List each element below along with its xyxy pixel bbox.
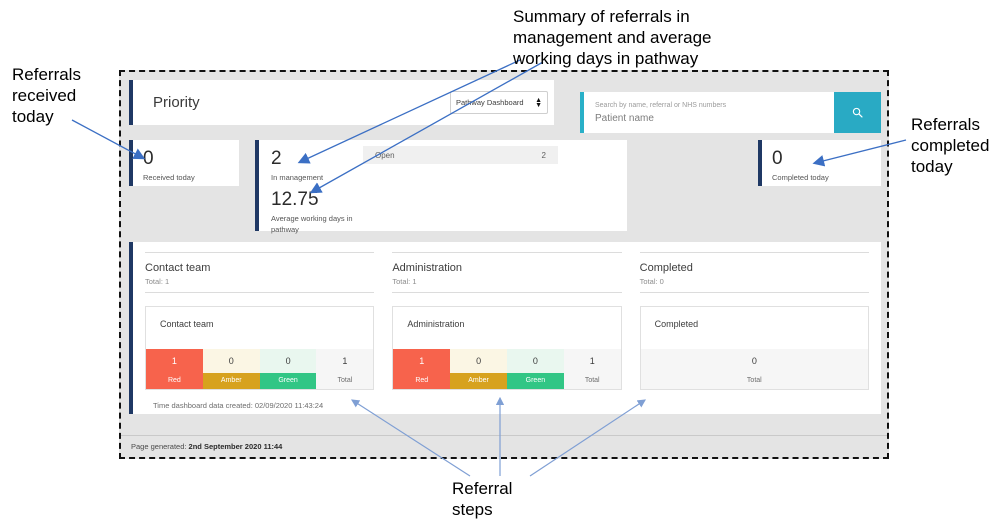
rag-breakdown: 0 Total <box>640 349 868 389</box>
rag-value: 1 <box>316 349 374 373</box>
chevron-down-icon: ▼ <box>535 101 542 109</box>
rag-value: 0 <box>259 349 317 373</box>
step-column-contact-team: Contact team Total: 1 Contact team 1 Red… <box>145 252 375 390</box>
rag-cell-amber[interactable]: 0 Amber <box>450 349 507 389</box>
rag-label: Total <box>640 373 868 389</box>
page-footer: Page generated: 2nd September 2020 11:44 <box>121 435 887 457</box>
dashboard-screenshot-frame: Priority Pathway Dashboard ▲ ▼ Search by… <box>119 70 889 459</box>
step-card-title: Completed <box>654 319 699 329</box>
rag-cell-amber[interactable]: 0 Amber <box>202 349 260 389</box>
rag-value: 0 <box>640 349 868 373</box>
rag-label: Red <box>393 373 451 389</box>
step-column-completed: Completed Total: 0 Completed 0 Total <box>639 252 869 390</box>
stepper-icon[interactable]: ▲ ▼ <box>535 97 542 109</box>
page-generated-timestamp: 2nd September 2020 11:44 <box>188 442 283 451</box>
annotation-referrals-received: Referrals received today <box>12 65 81 126</box>
referral-steps-columns: Contact team Total: 1 Contact team 1 Red… <box>145 252 869 390</box>
rag-breakdown: 1 Red 0 Amber 0 Green 1 Total <box>146 349 374 389</box>
rag-value: 1 <box>146 349 203 373</box>
page-generated-prefix: Page generated: <box>131 442 189 451</box>
rag-label: Amber <box>450 373 507 389</box>
rag-cell-red[interactable]: 1 Red <box>146 349 203 389</box>
step-column-total: Total: 0 <box>639 277 664 286</box>
open-status-label: Open <box>375 150 395 160</box>
rag-breakdown: 1 Red 0 Amber 0 Green 1 Total <box>393 349 621 389</box>
data-created-timestamp: Time dashboard data created: 02/09/2020 … <box>153 401 324 410</box>
rag-cell-total[interactable]: 0 Total <box>640 349 868 389</box>
rag-cell-red[interactable]: 1 Red <box>393 349 451 389</box>
rag-label: Green <box>506 373 564 389</box>
completed-today-value: 0 <box>772 148 783 169</box>
rag-label: Red <box>146 373 203 389</box>
rag-label: Green <box>259 373 317 389</box>
rag-value: 0 <box>506 349 564 373</box>
step-card-completed[interactable]: Completed 0 Total <box>639 306 869 390</box>
step-column-total: Total: 1 <box>392 277 417 286</box>
metric-row: 0 Received today 2 In management 12.75 A… <box>129 140 881 234</box>
step-column-administration: Administration Total: 1 Administration 1… <box>392 252 622 390</box>
rag-cell-green[interactable]: 0 Green <box>506 349 564 389</box>
received-today-value: 0 <box>143 148 154 169</box>
step-card-contact-team[interactable]: Contact team 1 Red 0 Amber 0 Green 1 Tot… <box>145 306 375 390</box>
annotation-referral-steps: Referral steps <box>452 479 513 519</box>
open-status-bar: Open 2 <box>363 146 558 164</box>
page-generated-text: Page generated: 2nd September 2020 11:44 <box>131 442 282 451</box>
rag-cell-green[interactable]: 0 Green <box>259 349 317 389</box>
search-field: Search by name, referral or NHS numbers <box>584 92 834 133</box>
step-column-header: Contact team Total: 1 <box>145 252 375 293</box>
step-card-administration[interactable]: Administration 1 Red 0 Amber 0 Green 1 T… <box>392 306 622 390</box>
rag-label: Amber <box>202 373 260 389</box>
search-bar: Search by name, referral or NHS numbers <box>580 92 881 133</box>
step-column-title: Contact team <box>145 262 211 274</box>
received-today-card: 0 Received today <box>129 140 239 186</box>
dashboard-top-bar: Priority Pathway Dashboard ▲ ▼ Search by… <box>129 80 881 133</box>
in-management-label: In management <box>271 173 324 182</box>
search-label: Search by name, referral or NHS numbers <box>595 101 727 109</box>
rag-value: 1 <box>393 349 451 373</box>
search-icon <box>852 107 863 118</box>
received-today-label: Received today <box>143 173 195 182</box>
rag-cell-total[interactable]: 1 Total <box>316 349 374 389</box>
rag-value: 1 <box>563 349 621 373</box>
step-column-total: Total: 1 <box>145 277 170 286</box>
avg-days-label: Average working days in pathway <box>271 214 353 234</box>
step-column-title: Administration <box>392 262 463 274</box>
rag-label: Total <box>563 373 621 389</box>
rag-value: 0 <box>450 349 507 373</box>
referral-steps-panel: Contact team Total: 1 Contact team 1 Red… <box>129 242 881 414</box>
page-title: Priority <box>153 94 200 111</box>
rag-label: Total <box>316 373 374 389</box>
step-card-title: Contact team <box>160 319 214 329</box>
dashboard-select-value: Pathway Dashboard <box>456 98 524 107</box>
annotation-referrals-completed: Referrals completed today <box>911 115 990 176</box>
search-input[interactable] <box>595 112 823 124</box>
step-column-header: Administration Total: 1 <box>392 252 622 293</box>
annotation-summary: Summary of referrals in management and a… <box>513 7 712 68</box>
rag-value: 0 <box>202 349 260 373</box>
priority-card: Priority Pathway Dashboard ▲ ▼ <box>129 80 554 125</box>
step-column-header: Completed Total: 0 <box>639 252 869 293</box>
completed-today-card: 0 Completed today <box>758 140 881 186</box>
dashboard-select[interactable]: Pathway Dashboard ▲ ▼ <box>450 91 548 114</box>
avg-days-value: 12.75 <box>271 189 319 210</box>
step-column-title: Completed <box>639 262 693 274</box>
open-status-value: 2 <box>541 150 546 160</box>
search-button[interactable] <box>834 92 881 133</box>
step-card-title: Administration <box>407 319 465 329</box>
in-management-card: 2 In management 12.75 Average working da… <box>255 140 627 234</box>
rag-cell-total[interactable]: 1 Total <box>563 349 621 389</box>
completed-today-label: Completed today <box>772 173 829 182</box>
